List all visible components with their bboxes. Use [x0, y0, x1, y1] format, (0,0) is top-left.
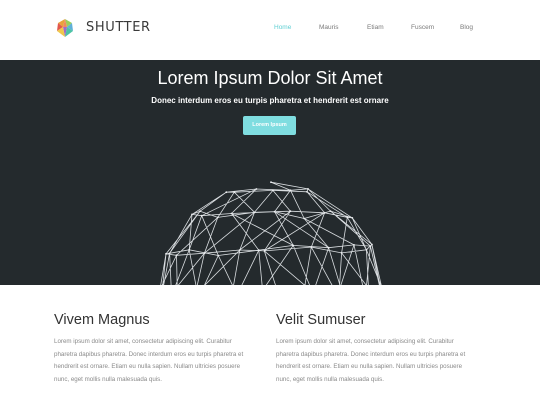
- feature-heading: Vivem Magnus: [54, 312, 150, 328]
- feature-text-line: Lorem ipsum dolor sit amet, consectetur …: [276, 338, 454, 345]
- nav-item-mauris[interactable]: Mauris: [319, 24, 339, 31]
- hero-banner: Lorem Ipsum Dolor Sit Amet Donec interdu…: [0, 60, 540, 285]
- feature-text-line: Lorem ipsum dolor sit amet, consectetur …: [54, 338, 232, 345]
- nav-item-fuscem[interactable]: Fuscem: [411, 24, 434, 31]
- nav-item-blog[interactable]: Blog: [460, 24, 473, 31]
- hero-subtitle: Donec interdum eros eu turpis pharetra e…: [151, 96, 389, 105]
- feature-text: Lorem ipsum dolor sit amet, consectetur …: [276, 336, 486, 386]
- feature-text: Lorem ipsum dolor sit amet, consectetur …: [54, 336, 264, 386]
- sphere-wireframe-lines: [160, 181, 382, 285]
- feature-text-line: nunc, eget mollis nulla malesuada quis.: [276, 375, 385, 383]
- site-header: SHUTTER Home Mauris Etiam Fuscem Blog: [0, 0, 540, 60]
- feature-text-line: pharetra dapibus pharetra. Donec interdu…: [54, 350, 244, 358]
- feature-text-line: hendrerit est ornare. Etiam eu nulla sap…: [276, 363, 463, 370]
- nav-item-home[interactable]: Home: [274, 24, 291, 31]
- feature-column-right: Velit Sumuser Lorem ipsum dolor sit amet…: [276, 312, 486, 386]
- nav-item-etiam[interactable]: Etiam: [367, 24, 384, 31]
- hero-cta-button[interactable]: Lorem Ipsum: [243, 116, 296, 135]
- hero-title: Lorem Ipsum Dolor Sit Amet: [157, 68, 383, 88]
- feature-column-left: Vivem Magnus Lorem ipsum dolor sit amet,…: [54, 312, 264, 386]
- feature-text-line: pharetra dapibus pharetra. Donec interdu…: [276, 350, 466, 358]
- feature-text-line: nunc, eget mollis nulla malesuada quis.: [54, 375, 163, 383]
- wireframe-sphere-graphic: [160, 181, 382, 285]
- feature-text-line: hendrerit est ornare. Etiam eu nulla sap…: [54, 363, 241, 370]
- feature-heading: Velit Sumuser: [276, 312, 366, 328]
- main-nav: Home Mauris Etiam Fuscem Blog: [0, 24, 540, 36]
